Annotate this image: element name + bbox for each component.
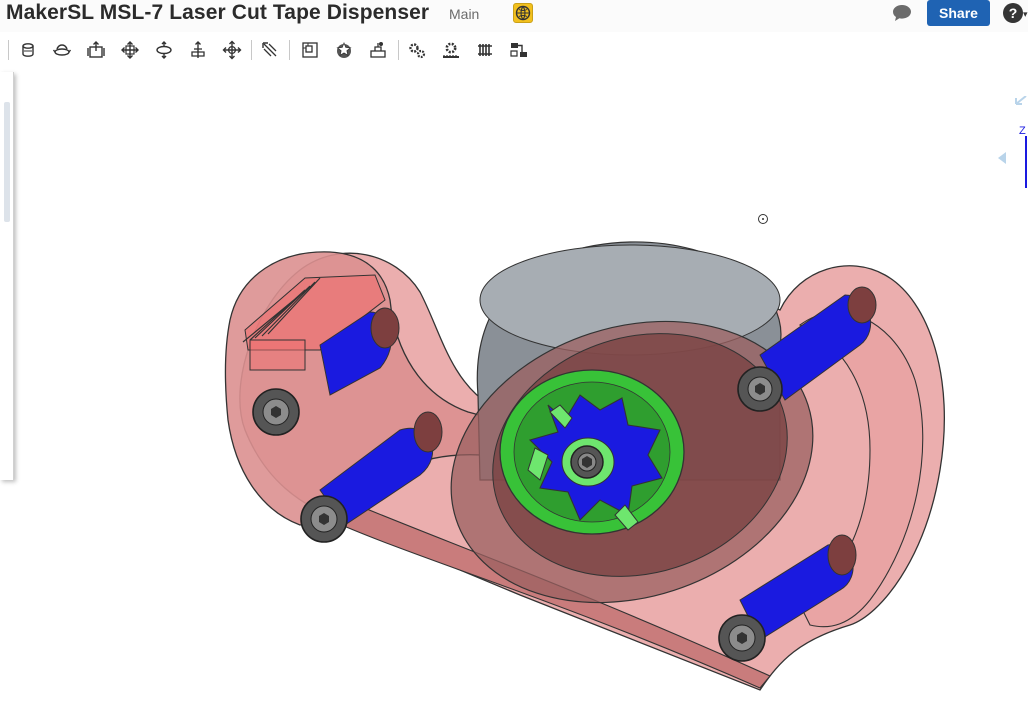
rack-pinion-icon[interactable] [439, 38, 463, 62]
ball-icon[interactable] [220, 38, 244, 62]
public-globe-icon[interactable] [513, 3, 533, 23]
document-header: MakerSL MSL-7 Laser Cut Tape Dispenser M… [0, 0, 1028, 32]
revolute-icon[interactable] [50, 38, 74, 62]
origin-icon[interactable] [758, 214, 768, 224]
fixed-icon[interactable] [16, 38, 40, 62]
cylindrical-icon[interactable] [152, 38, 176, 62]
help-icon[interactable]: ? [1003, 3, 1023, 23]
view-cube-z-label: Z [1019, 125, 1026, 137]
group-icon[interactable] [298, 38, 322, 62]
gear-relation-icon[interactable] [405, 38, 429, 62]
toolbar-divider [251, 40, 252, 60]
tangent-mate-icon[interactable] [258, 38, 282, 62]
assembly-model[interactable] [0, 64, 1028, 722]
linear-pattern-icon[interactable] [507, 38, 531, 62]
rotate-left-icon [998, 152, 1006, 164]
view-cube[interactable]: Z [994, 95, 1028, 196]
comments-icon[interactable] [891, 3, 913, 23]
planar-icon[interactable] [118, 38, 142, 62]
slider-icon[interactable] [84, 38, 108, 62]
toolbar-divider [398, 40, 399, 60]
branch-label[interactable]: Main [449, 6, 479, 22]
screw-relation-icon[interactable] [473, 38, 497, 62]
toolbar-divider [8, 40, 9, 60]
mate-connector-icon[interactable] [332, 38, 356, 62]
toolbar-divider [289, 40, 290, 60]
graphics-area[interactable] [0, 64, 1028, 722]
chevron-down-icon[interactable]: ▾ [1023, 9, 1028, 20]
pin-slot-icon[interactable] [186, 38, 210, 62]
relation-icon[interactable] [366, 38, 390, 62]
document-title[interactable]: MakerSL MSL-7 Laser Cut Tape Dispenser [6, 0, 429, 28]
assembly-toolbar [0, 36, 540, 64]
share-button[interactable]: Share [927, 0, 990, 26]
